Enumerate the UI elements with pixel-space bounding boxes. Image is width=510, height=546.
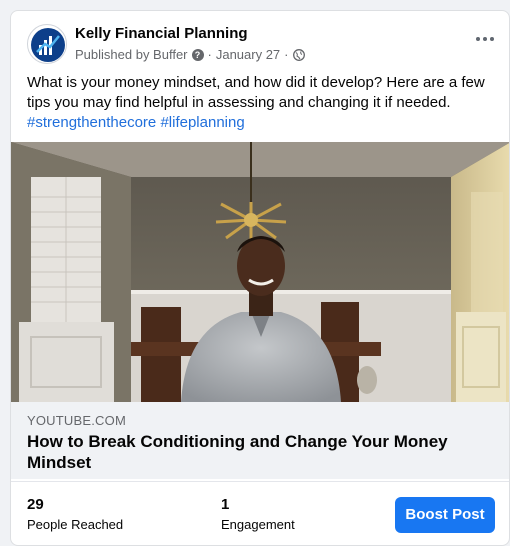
hashtag-link[interactable]: #lifeplanning — [160, 114, 244, 131]
hashtag-link[interactable]: #strengthenthecore — [27, 114, 156, 131]
post-header: Kelly Financial Planning Published by Bu… — [11, 11, 509, 69]
globe-icon[interactable] — [292, 48, 305, 61]
post-insights: 29 People Reached 1 Engagement Boost Pos… — [11, 481, 509, 545]
video-thumbnail[interactable] — [11, 142, 509, 402]
post-body: What is your money mindset, and how did … — [27, 73, 497, 133]
link-preview[interactable]: YOUTUBE.COM How to Break Conditioning an… — [11, 142, 509, 479]
link-domain: YOUTUBE.COM — [27, 413, 126, 428]
kfp-logo-icon — [31, 28, 65, 62]
post-meta: Published by Buffer ? · January 27 · — [75, 47, 305, 62]
post-text: What is your money mindset, and how did … — [27, 74, 485, 111]
meta-separator: · — [207, 47, 212, 62]
publisher-label: Published by Buffer — [75, 47, 188, 62]
page-avatar[interactable] — [27, 24, 67, 64]
people-reached-value: 29 — [27, 496, 44, 513]
boost-post-button[interactable]: Boost Post — [395, 497, 495, 533]
post-date[interactable]: January 27 — [216, 47, 280, 62]
page-name[interactable]: Kelly Financial Planning — [75, 25, 248, 42]
engagement-stat[interactable]: 1 Engagement — [221, 496, 295, 532]
people-reached-label: People Reached — [27, 517, 124, 532]
video-scene — [11, 142, 509, 402]
meta-separator-2: · — [284, 47, 289, 62]
engagement-label: Engagement — [221, 517, 295, 532]
post-card: Kelly Financial Planning Published by Bu… — [10, 10, 510, 546]
question-circle-icon[interactable]: ? — [191, 48, 204, 61]
link-title[interactable]: How to Break Conditioning and Change You… — [27, 431, 487, 473]
engagement-value: 1 — [221, 496, 230, 513]
people-reached-stat[interactable]: 29 People Reached — [27, 496, 123, 532]
more-horizontal-icon[interactable] — [475, 35, 495, 43]
